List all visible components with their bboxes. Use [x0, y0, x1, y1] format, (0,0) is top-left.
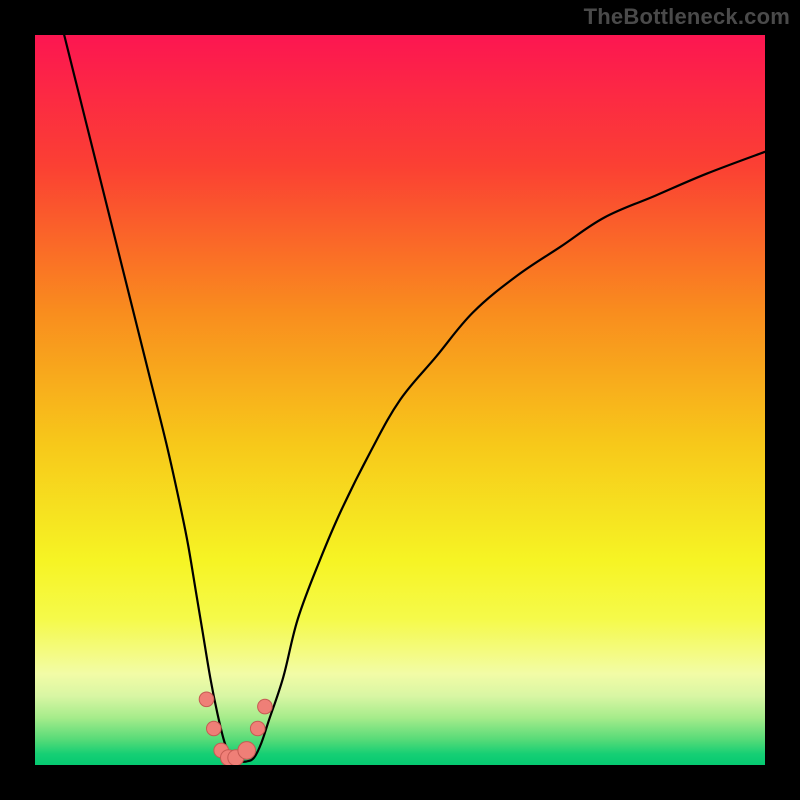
trough-marker — [207, 721, 222, 736]
curve-layer — [35, 35, 765, 765]
trough-marker — [250, 721, 265, 736]
plot-area — [35, 35, 765, 765]
trough-markers — [199, 692, 272, 765]
trough-marker — [199, 692, 214, 707]
attribution-text: TheBottleneck.com — [584, 4, 790, 30]
trough-marker — [238, 742, 256, 760]
bottleneck-curve — [64, 35, 765, 762]
chart-stage: TheBottleneck.com — [0, 0, 800, 800]
trough-marker — [258, 699, 273, 714]
